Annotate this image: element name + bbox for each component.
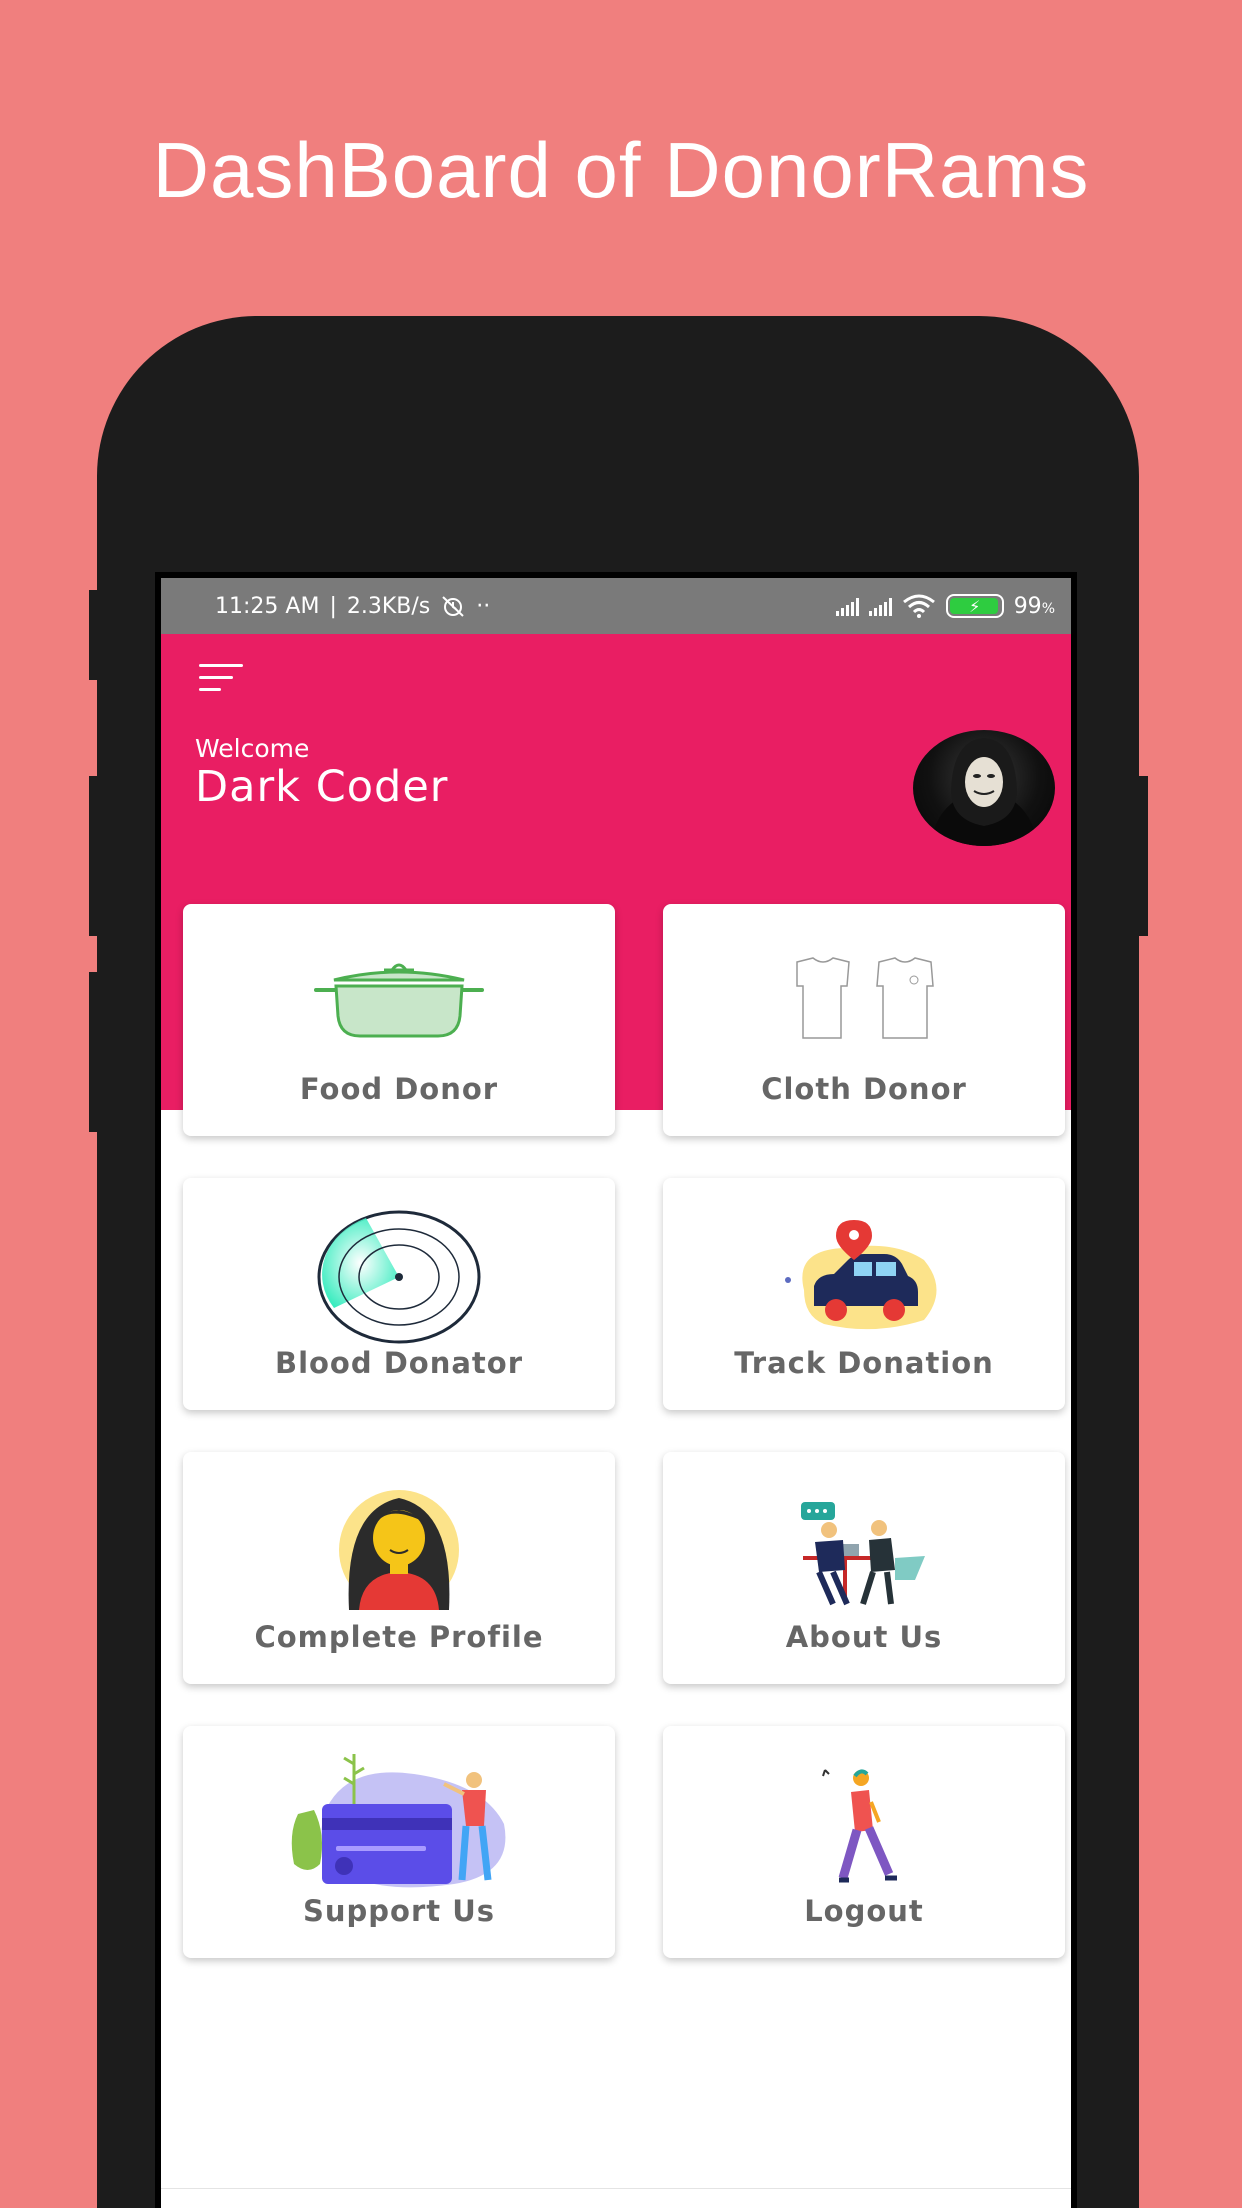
team-meeting-icon (801, 1502, 925, 1606)
alarm-off-icon (442, 596, 464, 617)
card-label: About Us (785, 1620, 943, 1654)
wifi-icon (902, 594, 935, 618)
promo-title: DashBoard of DonorRams (152, 126, 1090, 214)
card-label: Track Donation (734, 1346, 994, 1380)
status-separator: | (329, 593, 337, 619)
battery-unit: % (1041, 600, 1055, 617)
card-label: Complete Profile (254, 1620, 544, 1654)
cooking-pot-icon (314, 963, 484, 1038)
card-label: Cloth Donor (761, 1072, 967, 1106)
system-nav-bar (161, 2188, 1071, 2208)
profile-woman-icon (339, 1490, 459, 1610)
masked-user-avatar-icon (931, 738, 1037, 846)
complete-profile-card[interactable]: Complete Profile (183, 1452, 615, 1684)
battery-icon: ⚡ (945, 594, 1004, 618)
signal-icon (835, 596, 859, 616)
status-speed: 2.3KB/s (346, 593, 431, 619)
about-us-card[interactable]: About Us (663, 1452, 1065, 1684)
avatar[interactable] (913, 730, 1055, 846)
support-us-card[interactable]: Support Us (183, 1726, 615, 1958)
food-donor-card[interactable]: Food Donor (183, 904, 615, 1136)
card-label: Food Donor (299, 1072, 499, 1106)
card-label: Logout (804, 1894, 924, 1928)
phone-screen: 11:25 AM | 2.3KB/s ·· ⚡ 99% Welcome Dark… (155, 572, 1077, 2208)
logout-card[interactable]: Logout (663, 1726, 1065, 1958)
username: Dark Coder (195, 762, 449, 812)
hamburger-menu-icon[interactable] (199, 664, 245, 694)
car-location-icon (785, 1220, 937, 1330)
card-label: Blood Donator (274, 1346, 524, 1380)
payment-card-icon (291, 1754, 506, 1888)
welcome-label: Welcome (195, 734, 310, 763)
status-time: 11:25 AM (215, 593, 320, 619)
walking-person-icon (822, 1769, 897, 1883)
blood-donator-card[interactable]: Blood Donator (183, 1178, 615, 1410)
status-dots: ·· (476, 593, 491, 619)
card-label: Support Us (302, 1894, 496, 1928)
track-donation-card[interactable]: Track Donation (663, 1178, 1065, 1410)
cloth-donor-card[interactable]: Cloth Donor (663, 904, 1065, 1136)
phone-side-button (1138, 776, 1148, 936)
status-bar: 11:25 AM | 2.3KB/s ·· ⚡ 99% (161, 578, 1071, 634)
signal-icon (868, 596, 892, 616)
battery-percent: 99 (1013, 593, 1042, 619)
shirts-icon (796, 957, 934, 1039)
radar-icon (317, 1210, 481, 1344)
